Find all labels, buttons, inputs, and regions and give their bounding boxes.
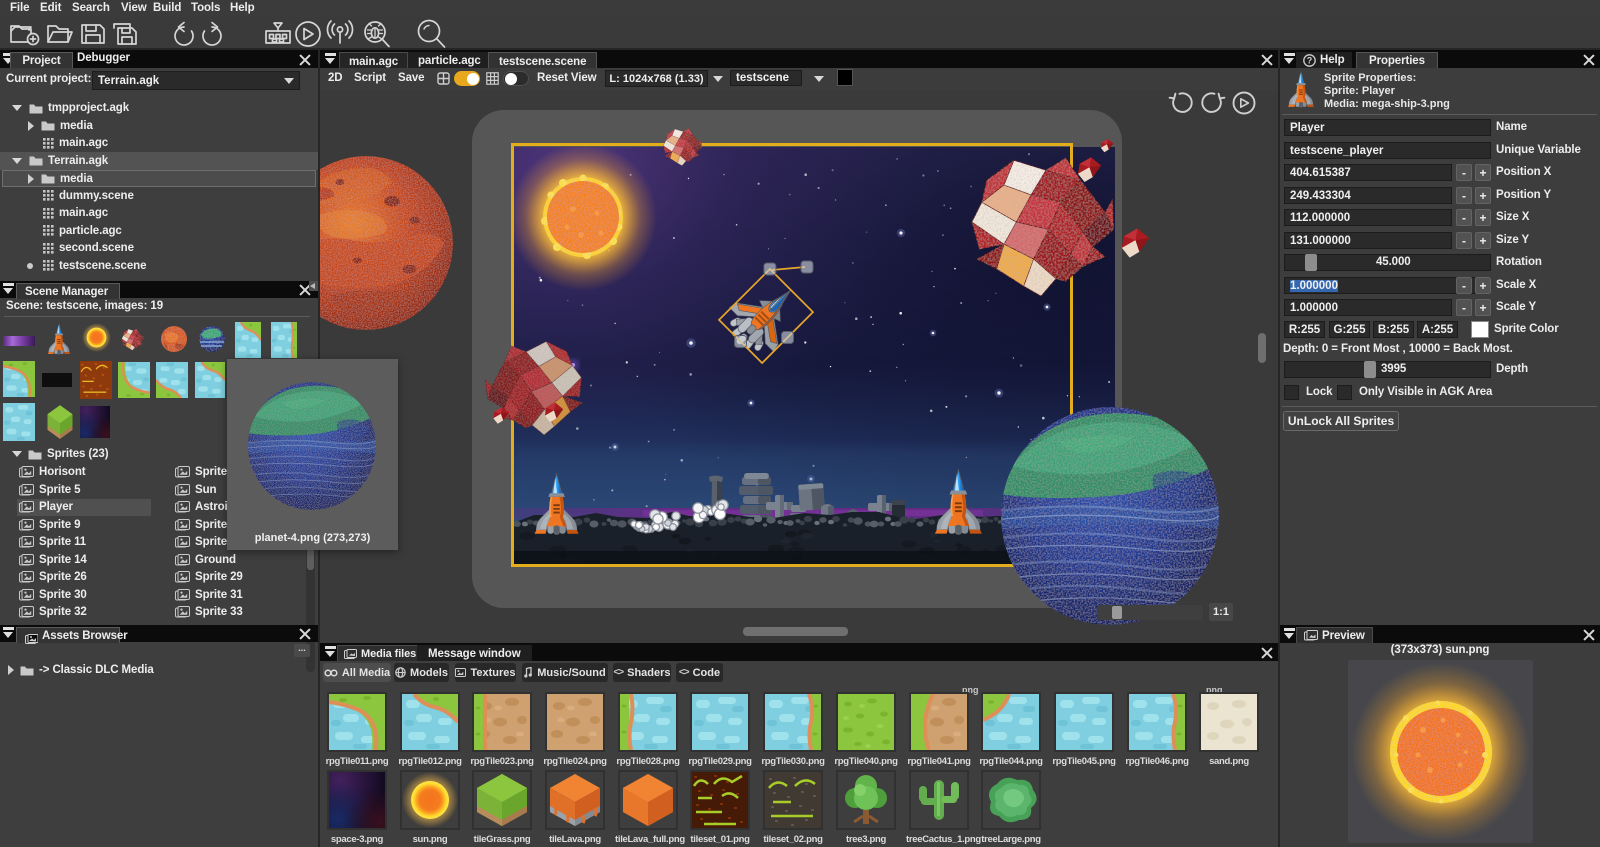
svg-text:?: ? bbox=[1307, 55, 1313, 65]
